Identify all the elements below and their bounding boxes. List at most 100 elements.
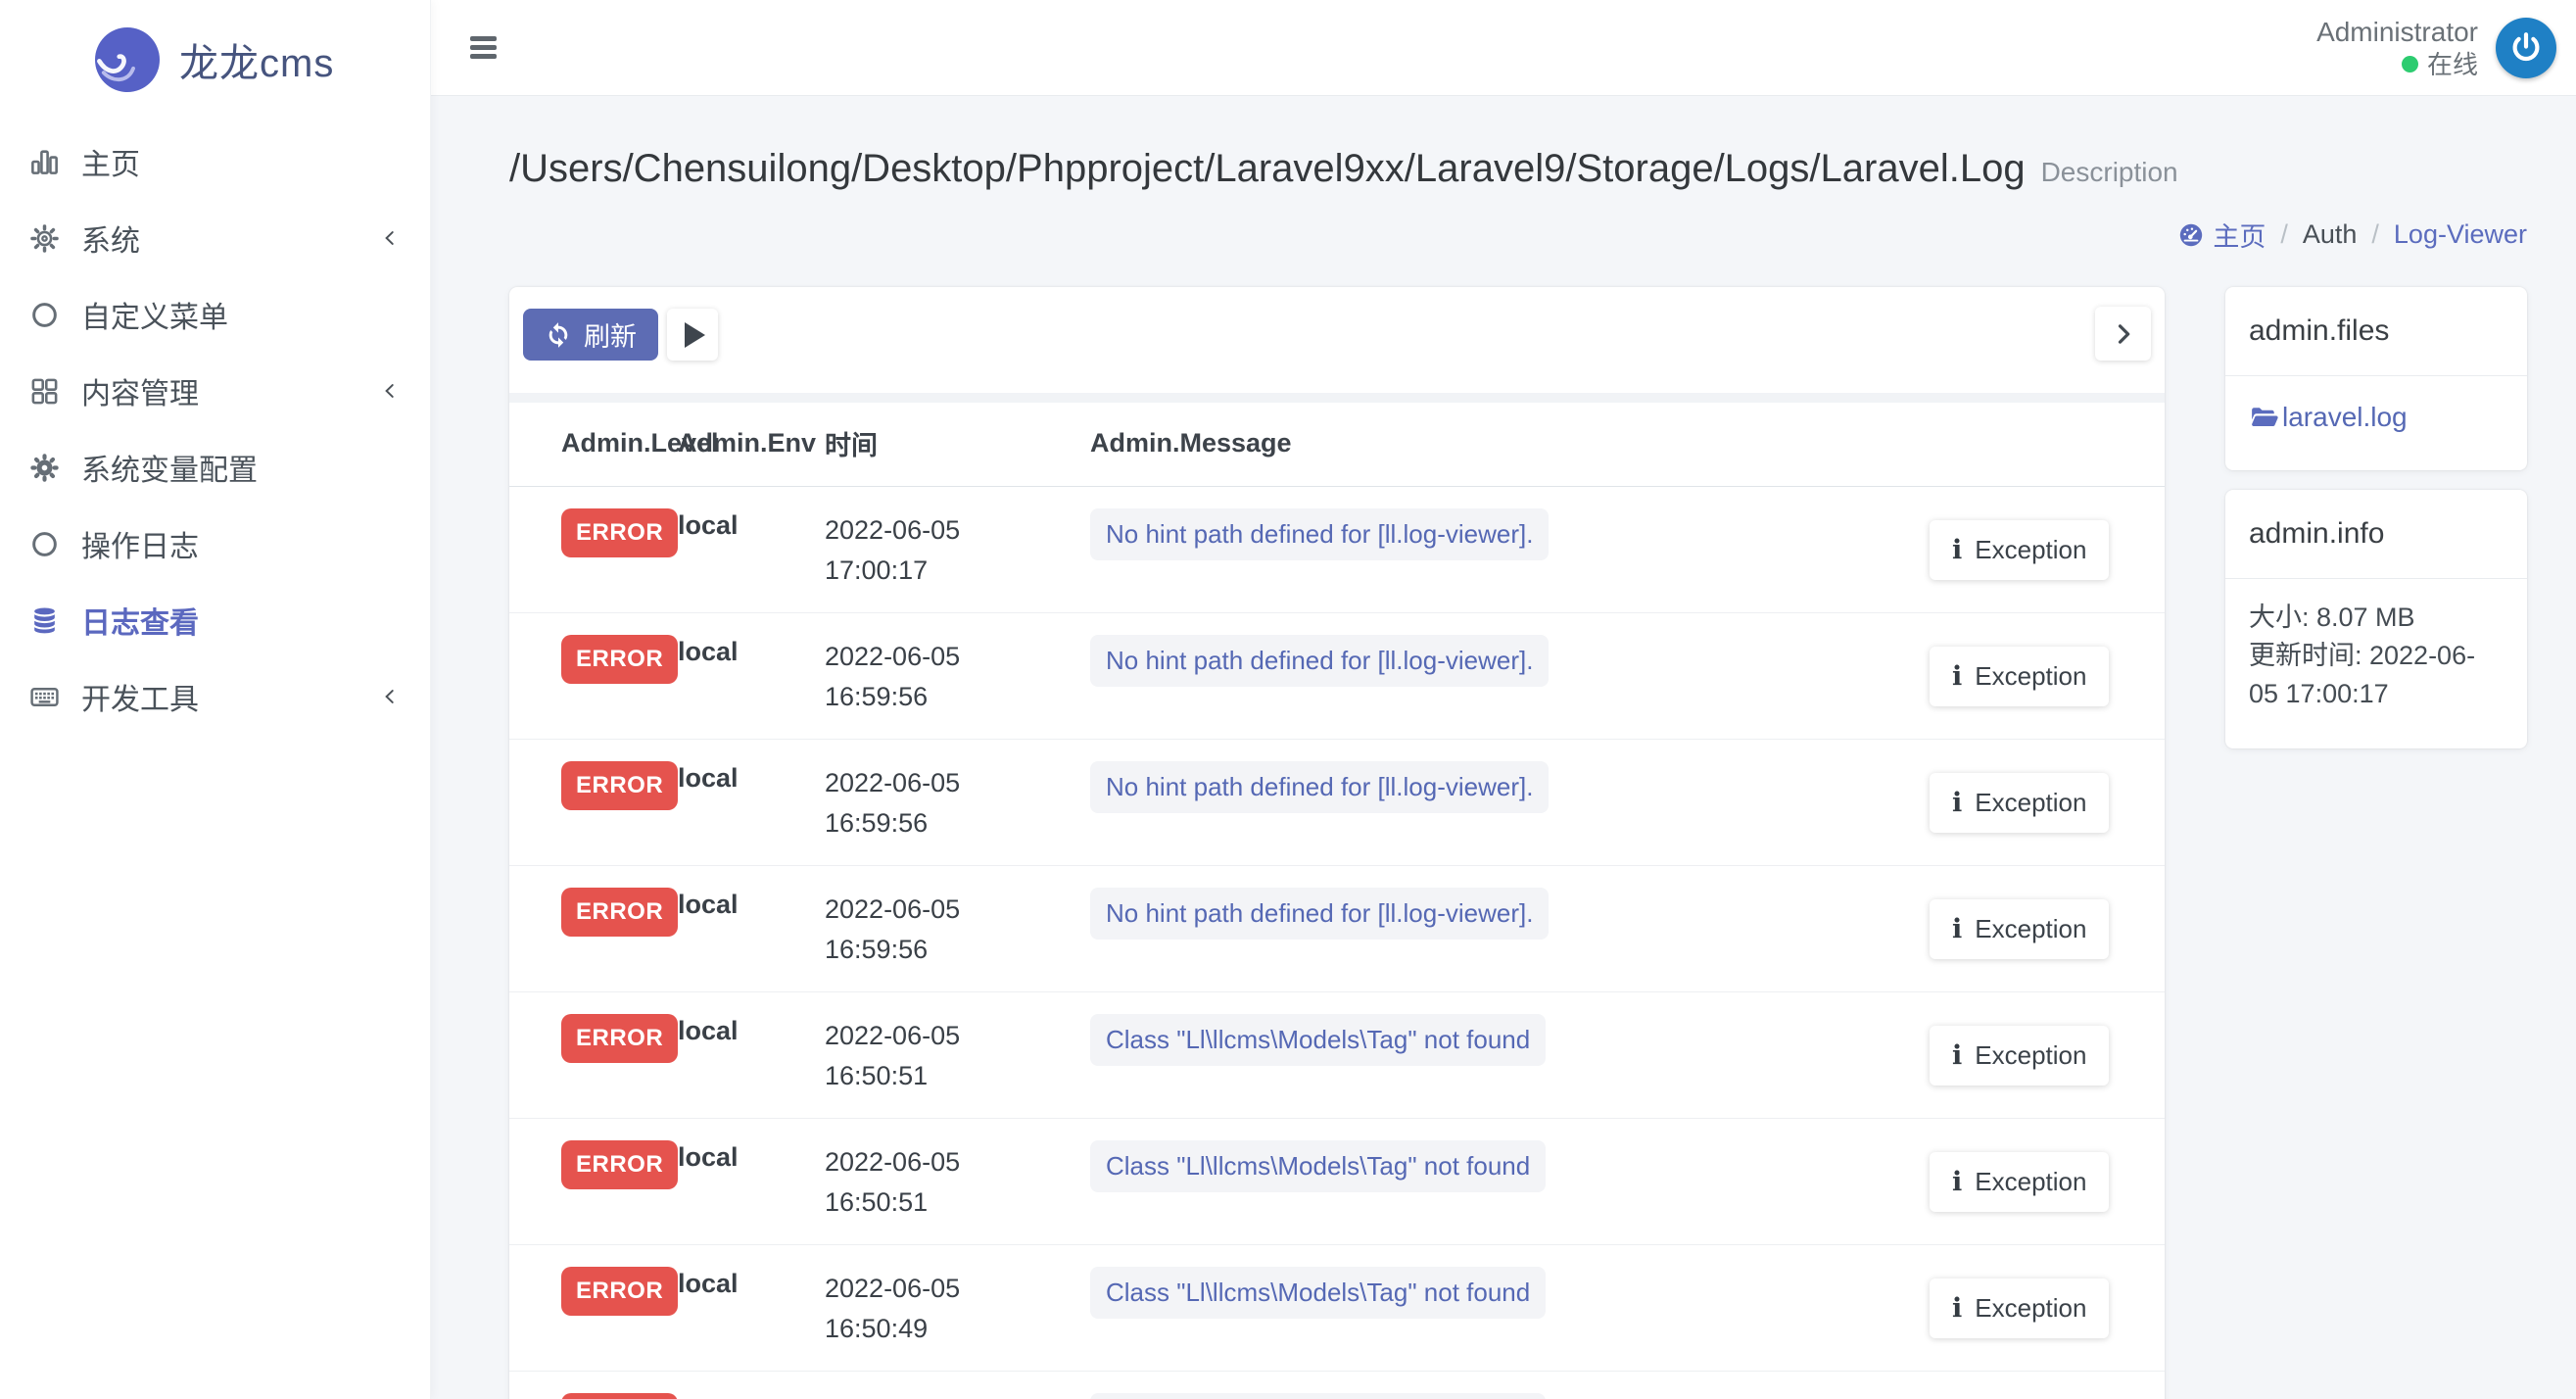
- env-cell: local: [678, 1245, 825, 1372]
- env-cell: local: [678, 487, 825, 613]
- play-tail-button[interactable]: [667, 309, 718, 361]
- sidebar-item[interactable]: 开发工具: [0, 658, 430, 735]
- time-cell: 2022-06-05 16:59:56: [825, 613, 1090, 740]
- sidebar-item[interactable]: 内容管理: [0, 353, 430, 429]
- table-row: ERROR local 2022-06-05 16:50:49 Class "L…: [509, 1372, 2165, 1399]
- level-badge: ERROR: [561, 1393, 678, 1399]
- time-cell: 2022-06-05 16:59:56: [825, 866, 1090, 992]
- info-card-title: admin.info: [2225, 490, 2527, 579]
- brand[interactable]: 龙龙cms: [0, 0, 430, 120]
- online-status-label: 在线: [2427, 49, 2478, 80]
- log-file-link[interactable]: laravel.log: [2249, 402, 2408, 433]
- log-message-link[interactable]: No hint path defined for [ll.log-viewer]…: [1090, 761, 1549, 813]
- breadcrumb-home-link[interactable]: 主页: [2177, 216, 2266, 254]
- col-header-time: 时间: [825, 403, 1090, 487]
- next-page-button[interactable]: [2095, 307, 2151, 361]
- table-row: ERROR local 2022-06-05 16:50:51 Class "L…: [509, 992, 2165, 1119]
- dashboard-gauge-icon: [2177, 221, 2205, 249]
- chevron-right-icon: [2111, 321, 2136, 347]
- log-message-link[interactable]: No hint path defined for [ll.log-viewer]…: [1090, 508, 1549, 560]
- table-row: ERROR local 2022-06-05 16:59:56 No hint …: [509, 866, 2165, 992]
- info-icon: i: [1952, 914, 1962, 944]
- sidebar-item[interactable]: 日志查看: [0, 582, 430, 658]
- brand-name: 龙龙cms: [179, 31, 334, 88]
- time-cell: 2022-06-05 16:50:51: [825, 1119, 1090, 1245]
- log-message-link[interactable]: Class "Ll\llcms\Models\Tag" not found: [1090, 1140, 1546, 1192]
- info-card: admin.info 大小: 8.07 MB 更新时间: 2022-06-05 …: [2225, 490, 2527, 748]
- exception-button[interactable]: i Exception: [1930, 1152, 2109, 1212]
- log-message-link[interactable]: No hint path defined for [ll.log-viewer]…: [1090, 888, 1549, 940]
- env-cell: local: [678, 1119, 825, 1245]
- info-icon: i: [1952, 1167, 1962, 1197]
- col-header-message: Admin.Message: [1090, 403, 1930, 487]
- play-icon: [685, 322, 705, 348]
- database-icon: [25, 603, 63, 637]
- sidebar-item[interactable]: 操作日志: [0, 506, 430, 582]
- level-badge: ERROR: [561, 1140, 678, 1189]
- log-message-link[interactable]: Class "Ll\llcms\Models\Tag" not found: [1090, 1267, 1546, 1319]
- brand-logo-icon: [95, 27, 160, 92]
- table-row: ERROR local 2022-06-05 16:59:56 No hint …: [509, 740, 2165, 866]
- exception-button[interactable]: i Exception: [1930, 1026, 2109, 1085]
- log-message-link[interactable]: Class "Ll\llcms\Models\Tag" not found: [1090, 1393, 1546, 1399]
- info-icon: i: [1952, 788, 1962, 818]
- right-panel: admin.files laravel.log admin.info 大小: 8…: [2225, 287, 2527, 748]
- exception-button[interactable]: i Exception: [1930, 773, 2109, 833]
- page-title: /Users/Chensuilong/Desktop/Phpproject/La…: [509, 143, 2026, 194]
- env-cell: local: [678, 740, 825, 866]
- log-toolbar: 刷新: [509, 287, 2165, 393]
- content-area: /Users/Chensuilong/Desktop/Phpproject/La…: [431, 96, 2576, 1399]
- sidebar-item[interactable]: 主页: [0, 123, 430, 200]
- level-badge: ERROR: [561, 1267, 678, 1316]
- power-icon: [2508, 30, 2544, 66]
- sidebar-item[interactable]: 系统变量配置: [0, 429, 430, 506]
- exception-button[interactable]: i Exception: [1930, 1278, 2109, 1338]
- circle-icon: [25, 298, 63, 331]
- breadcrumb-current-link[interactable]: Log-Viewer: [2394, 219, 2527, 250]
- time-cell: 2022-06-05 16:50:49: [825, 1245, 1090, 1372]
- gear-outline-icon: [25, 221, 63, 255]
- time-cell: 2022-06-05 17:00:17: [825, 487, 1090, 613]
- circle-icon: [25, 527, 63, 560]
- table-header-row: Admin.Level Admin.Env 时间 Admin.Message: [509, 403, 2165, 487]
- chevron-left-icon: [379, 686, 401, 707]
- sidebar-item[interactable]: 系统: [0, 200, 430, 276]
- info-icon: i: [1952, 535, 1962, 565]
- breadcrumb-separator: /: [2280, 219, 2288, 250]
- file-updated-label: 更新时间: 2022-06-05 17:00:17: [2249, 637, 2504, 713]
- sidebar-menu: 主页 系统 自定义菜单 内容管理 系统变量配置 操作日志 日志查看: [0, 120, 430, 735]
- env-cell: local: [678, 1372, 825, 1399]
- time-cell: 2022-06-05 16:59:56: [825, 740, 1090, 866]
- refresh-button[interactable]: 刷新: [523, 309, 658, 361]
- online-dot-icon: [2402, 56, 2418, 72]
- info-icon: i: [1952, 661, 1962, 692]
- exception-button[interactable]: i Exception: [1930, 899, 2109, 959]
- files-card-title: admin.files: [2225, 287, 2527, 376]
- file-size-label: 大小: 8.07 MB: [2249, 599, 2504, 637]
- log-table: Admin.Level Admin.Env 时间 Admin.Message E…: [509, 403, 2165, 1399]
- level-badge: ERROR: [561, 1014, 678, 1063]
- level-badge: ERROR: [561, 888, 678, 937]
- chevron-left-icon: [379, 380, 401, 402]
- logout-avatar-button[interactable]: [2496, 18, 2556, 78]
- hamburger-menu-icon[interactable]: [470, 36, 497, 59]
- exception-button[interactable]: i Exception: [1930, 647, 2109, 706]
- info-icon: i: [1952, 1293, 1962, 1324]
- refresh-sync-icon: [545, 321, 572, 349]
- gear-solid-icon: [25, 451, 63, 484]
- log-message-link[interactable]: No hint path defined for [ll.log-viewer]…: [1090, 635, 1549, 687]
- page-subtitle: Description: [2041, 157, 2178, 188]
- page-head: /Users/Chensuilong/Desktop/Phpproject/La…: [431, 96, 2576, 254]
- log-message-link[interactable]: Class "Ll\llcms\Models\Tag" not found: [1090, 1014, 1546, 1066]
- exception-button[interactable]: i Exception: [1930, 520, 2109, 580]
- info-icon: i: [1952, 1040, 1962, 1071]
- table-row: ERROR local 2022-06-05 16:59:56 No hint …: [509, 613, 2165, 740]
- breadcrumb-section: Auth: [2303, 219, 2358, 250]
- col-header-level: Admin.Level: [509, 403, 678, 487]
- time-cell: 2022-06-05 16:50:49: [825, 1372, 1090, 1399]
- env-cell: local: [678, 613, 825, 740]
- breadcrumb-separator: /: [2371, 219, 2379, 250]
- sidebar-item[interactable]: 自定义菜单: [0, 276, 430, 353]
- user-status: 在线: [2316, 49, 2478, 80]
- time-cell: 2022-06-05 16:50:51: [825, 992, 1090, 1119]
